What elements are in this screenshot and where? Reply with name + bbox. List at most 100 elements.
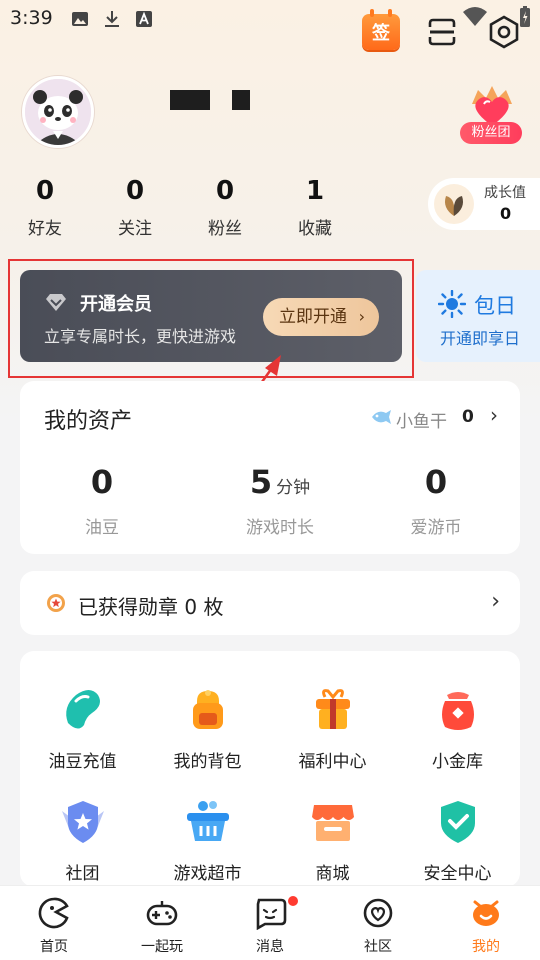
tab-mine[interactable]: 我的 — [432, 896, 540, 956]
stat-fans[interactable]: 0 粉丝 — [190, 176, 260, 239]
stat-label: 好友 — [28, 219, 62, 239]
daily-package-card[interactable]: 包日 开通即享日 — [416, 270, 540, 362]
panda-avatar-icon — [25, 79, 91, 145]
services-grid: 油豆充值 我的背包 福利中心 小金库 社团 游戏超市 商城 安全中心 — [20, 651, 520, 887]
fans-club-label: 粉丝团 — [460, 122, 522, 144]
sign-in-button[interactable]: 签 — [362, 9, 400, 50]
asset-youdou[interactable]: 0 油豆 — [52, 463, 152, 538]
redaction-block — [170, 90, 210, 110]
service-label: 社团 — [65, 864, 100, 884]
stat-value: 0 — [35, 176, 55, 206]
fish-label[interactable]: 小鱼干 — [396, 407, 447, 432]
shield-icon — [440, 801, 475, 843]
stat-friends[interactable]: 0 好友 — [10, 176, 80, 239]
home-icon — [38, 897, 69, 929]
tab-label: 消息 — [256, 939, 284, 955]
message-icon — [256, 898, 287, 931]
asset-label: 油豆 — [85, 518, 119, 538]
service-label: 我的背包 — [173, 752, 242, 772]
service-label: 安全中心 — [423, 864, 492, 884]
asset-aiyou-coin[interactable]: 0 爱游币 — [386, 463, 486, 538]
a-notification-icon — [136, 11, 152, 27]
tab-home[interactable]: 首页 — [0, 896, 108, 956]
service-label: 油豆充值 — [48, 752, 117, 772]
service-small-vault[interactable]: 小金库 — [395, 685, 520, 772]
download-notification-icon — [105, 11, 119, 27]
scan-icon[interactable] — [426, 16, 458, 48]
store-icon — [311, 805, 354, 841]
medal-row[interactable]: 已获得勋章 0 枚 › — [20, 571, 520, 635]
service-backpack[interactable]: 我的背包 — [145, 685, 270, 772]
sign-in-label: 签 — [372, 23, 390, 44]
stat-value: 0 — [215, 176, 235, 206]
stat-label: 收藏 — [298, 219, 332, 239]
package-description: 开通即享日 — [440, 329, 521, 348]
my-assets-card: 我的资产 小鱼干 0 › 0 油豆 5 分钟 游戏时长 0 爱游币 — [20, 381, 520, 554]
medal-text: 已获得勋章 0 枚 — [78, 595, 224, 619]
settings-icon[interactable] — [486, 14, 522, 50]
status-time: 3:39 — [10, 7, 53, 29]
tab-label: 一起玩 — [141, 939, 183, 955]
service-club[interactable]: 社团 — [20, 797, 145, 884]
annotation-highlight-box — [8, 259, 414, 378]
growth-label: 成长值 — [484, 185, 526, 201]
wifi-icon — [463, 7, 487, 26]
nickname-redacted — [170, 90, 250, 110]
medal-icon — [47, 594, 65, 612]
service-label: 福利中心 — [298, 752, 367, 772]
growth-value-pill[interactable]: 成长值 0 — [428, 178, 540, 230]
fans-club-badge[interactable]: 粉丝团 — [458, 84, 530, 146]
bean-icon — [65, 690, 100, 729]
service-game-supermarket[interactable]: 游戏超市 — [145, 797, 270, 884]
mine-icon — [473, 900, 499, 926]
unread-dot — [288, 896, 298, 906]
assets-title: 我的资产 — [44, 409, 133, 434]
asset-label: 游戏时长 — [246, 518, 314, 538]
stat-following[interactable]: 0 关注 — [100, 176, 170, 239]
club-icon — [61, 801, 104, 843]
vault-icon — [441, 692, 474, 730]
tab-label: 我的 — [472, 939, 500, 955]
asset-unit: 分钟 — [276, 478, 311, 498]
stat-favorites[interactable]: 1 收藏 — [280, 176, 350, 239]
stat-label: 粉丝 — [208, 219, 242, 239]
avatar[interactable] — [22, 76, 94, 148]
gamepad-icon — [146, 901, 178, 926]
service-security-center[interactable]: 安全中心 — [395, 797, 520, 884]
redaction-block — [232, 90, 250, 110]
tab-label: 社区 — [364, 939, 392, 955]
growth-leaf-icon — [434, 184, 474, 224]
service-welfare-center[interactable]: 福利中心 — [270, 685, 395, 772]
package-title: 包日 — [474, 294, 516, 318]
asset-label: 爱游币 — [410, 518, 462, 538]
asset-value: 5 — [249, 463, 273, 501]
stat-value: 0 — [125, 176, 145, 206]
community-icon — [363, 898, 393, 928]
chevron-right-icon: › — [491, 589, 500, 614]
service-label: 商城 — [315, 864, 350, 884]
status-bar: 3:39 — [0, 0, 540, 40]
image-notification-icon — [72, 12, 88, 26]
tab-community[interactable]: 社区 — [324, 896, 432, 956]
tab-label: 首页 — [40, 939, 68, 955]
service-youdou-recharge[interactable]: 油豆充值 — [20, 685, 145, 772]
service-mall[interactable]: 商城 — [270, 797, 395, 884]
backpack-icon — [192, 690, 223, 729]
sun-icon — [438, 290, 466, 318]
asset-value: 0 — [424, 463, 448, 501]
service-label: 小金库 — [432, 752, 483, 772]
tab-messages[interactable]: 消息 — [216, 896, 324, 956]
tab-play-together[interactable]: 一起玩 — [108, 896, 216, 956]
chevron-right-icon[interactable]: › — [490, 403, 498, 427]
growth-value: 0 — [500, 204, 512, 223]
basket-icon — [186, 801, 229, 841]
stat-value: 1 — [305, 176, 325, 206]
asset-value: 0 — [90, 463, 114, 501]
stat-label: 关注 — [118, 219, 152, 239]
fish-value: 0 — [462, 407, 474, 427]
asset-play-time[interactable]: 5 分钟 游戏时长 — [210, 463, 350, 538]
fish-icon — [372, 410, 391, 424]
bottom-tab-bar: 首页 一起玩 消息 社区 我的 — [0, 885, 540, 960]
gift-icon — [315, 689, 350, 729]
service-label: 游戏超市 — [173, 864, 242, 884]
